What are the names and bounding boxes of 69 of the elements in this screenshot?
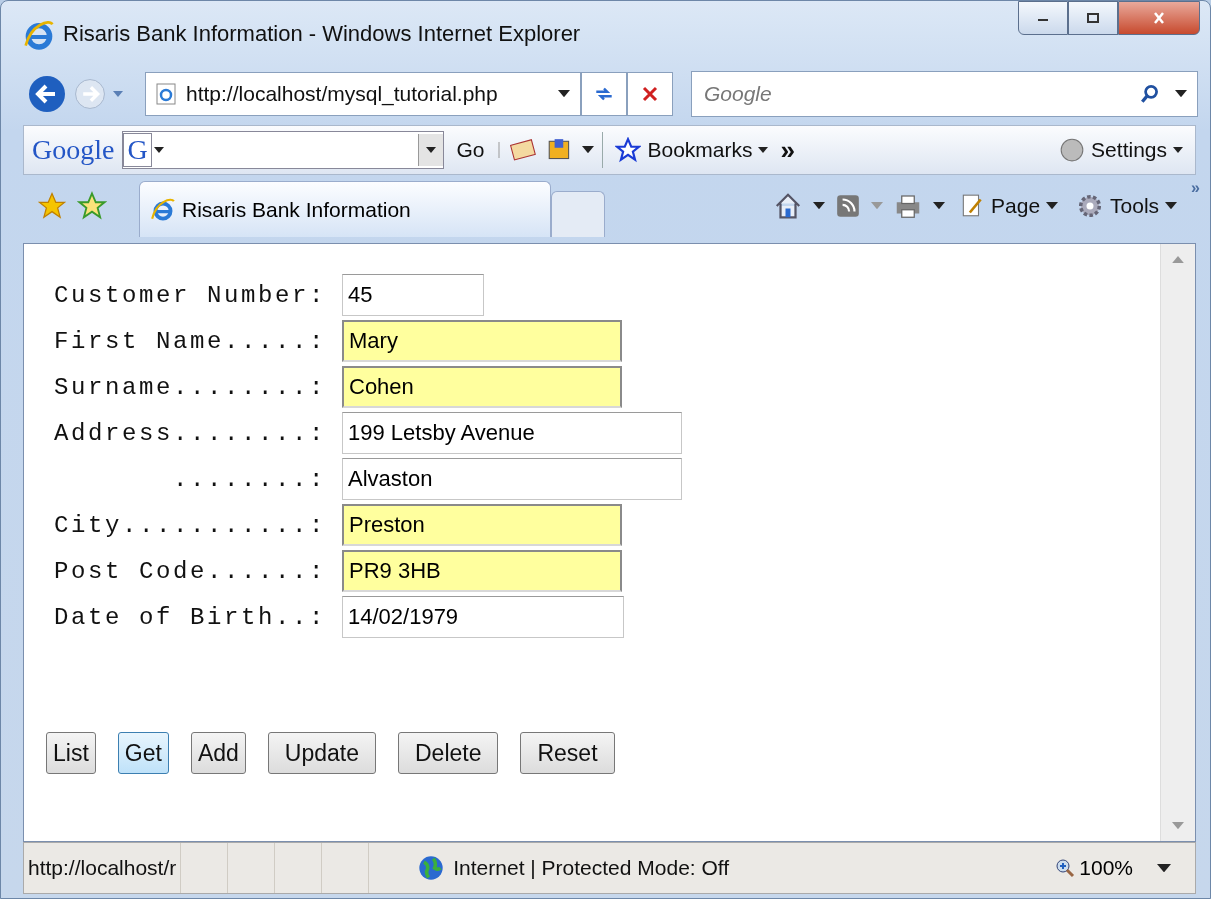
home-icon[interactable] [773, 191, 803, 221]
browser-logo-icon[interactable] [150, 196, 176, 223]
dropdown-arrow-icon[interactable] [813, 202, 825, 210]
form-button[interactable]: Update [267, 732, 376, 774]
dropdown-arrow-icon[interactable] [1173, 147, 1183, 153]
zoom-button[interactable]: 100% [1049, 855, 1139, 881]
text-field[interactable]: Alvaston [342, 458, 682, 500]
dropdown-arrow-icon[interactable] [1046, 202, 1059, 210]
address-field[interactable]: http://localhost/mysql_tutorial.php [145, 72, 581, 116]
browser-logo-icon [23, 19, 55, 51]
go-button[interactable]: Go [452, 138, 489, 162]
refresh-button[interactable] [581, 72, 627, 116]
more-chevron[interactable]: » [1191, 179, 1200, 197]
text-field[interactable]: 45 [342, 274, 484, 316]
bookmarks-button[interactable]: Bookmarks [611, 137, 773, 163]
dropdown-arrow-icon[interactable] [933, 202, 945, 210]
favorites-star-icon[interactable] [37, 191, 67, 221]
form-button[interactable]: Reset [520, 732, 615, 774]
field-label: Post Code......: [52, 557, 326, 585]
magnifier-icon[interactable] [1055, 858, 1076, 878]
field-label: Surname........: [52, 373, 326, 401]
field-label: Date of Birth..: [52, 603, 326, 631]
toolbar-grip-icon [496, 140, 503, 160]
text-field[interactable]: 199 Letsby Avenue [342, 412, 682, 454]
text-field[interactable]: Preston [342, 504, 622, 546]
stop-button[interactable] [627, 72, 673, 116]
search-box[interactable]: Google [691, 71, 1198, 117]
more-chevron[interactable]: » [780, 134, 795, 166]
command-menu-button[interactable]: Page [955, 193, 1063, 219]
field-label: ........: [171, 465, 326, 493]
field-label: Address........: [52, 419, 326, 447]
add-favorite-icon[interactable] [77, 191, 107, 221]
dropdown-arrow-icon[interactable] [1175, 90, 1187, 98]
field-label: City...........: [52, 511, 326, 539]
search-icon[interactable] [1139, 83, 1161, 105]
google-logo: Google [32, 134, 115, 166]
dropdown-arrow-icon[interactable] [1165, 202, 1178, 210]
dropdown-arrow-icon[interactable] [558, 90, 570, 98]
page-icon [156, 83, 176, 105]
back-button[interactable] [27, 74, 67, 114]
globe-icon [417, 854, 446, 882]
field-label: Customer Number: [52, 281, 326, 309]
maximize-button[interactable] [1068, 1, 1118, 35]
form-button[interactable]: Get [117, 732, 169, 774]
text-field[interactable]: 14/02/1979 [342, 596, 624, 638]
dropdown-arrow-icon[interactable] [153, 147, 164, 153]
dropdown-arrow-icon[interactable] [582, 146, 595, 154]
text-field[interactable]: Cohen [342, 366, 622, 408]
form-button[interactable]: List [46, 732, 96, 774]
google-search-field[interactable]: G [122, 131, 445, 169]
feed-icon[interactable] [835, 193, 861, 219]
dropdown-arrow-icon[interactable] [426, 147, 437, 153]
browser-tab[interactable]: Risaris Bank Information [139, 181, 551, 237]
dropdown-arrow-icon[interactable] [758, 147, 769, 153]
status-url: http://localhost/r [24, 843, 182, 893]
window-title: Risaris Bank Information - Windows Internet Explorer [63, 21, 581, 47]
text-field[interactable]: Mary [342, 320, 622, 362]
security-zone-text: Internet | Protected Mode: Off [453, 856, 730, 880]
text-field[interactable]: PR9 3HB [342, 550, 622, 592]
minimize-button[interactable] [1018, 1, 1068, 35]
field-label: First Name.....: [52, 327, 326, 355]
stop-icon[interactable] [640, 84, 660, 104]
command-menu-button[interactable]: Tools [1072, 192, 1182, 220]
form-button[interactable]: Add [190, 732, 246, 774]
star-icon[interactable] [615, 137, 642, 163]
dropdown-arrow-icon[interactable] [1157, 863, 1171, 873]
circle-icon[interactable] [1059, 137, 1086, 163]
settings-button[interactable]: Settings [1055, 137, 1187, 163]
form-button[interactable]: Delete [398, 732, 499, 774]
